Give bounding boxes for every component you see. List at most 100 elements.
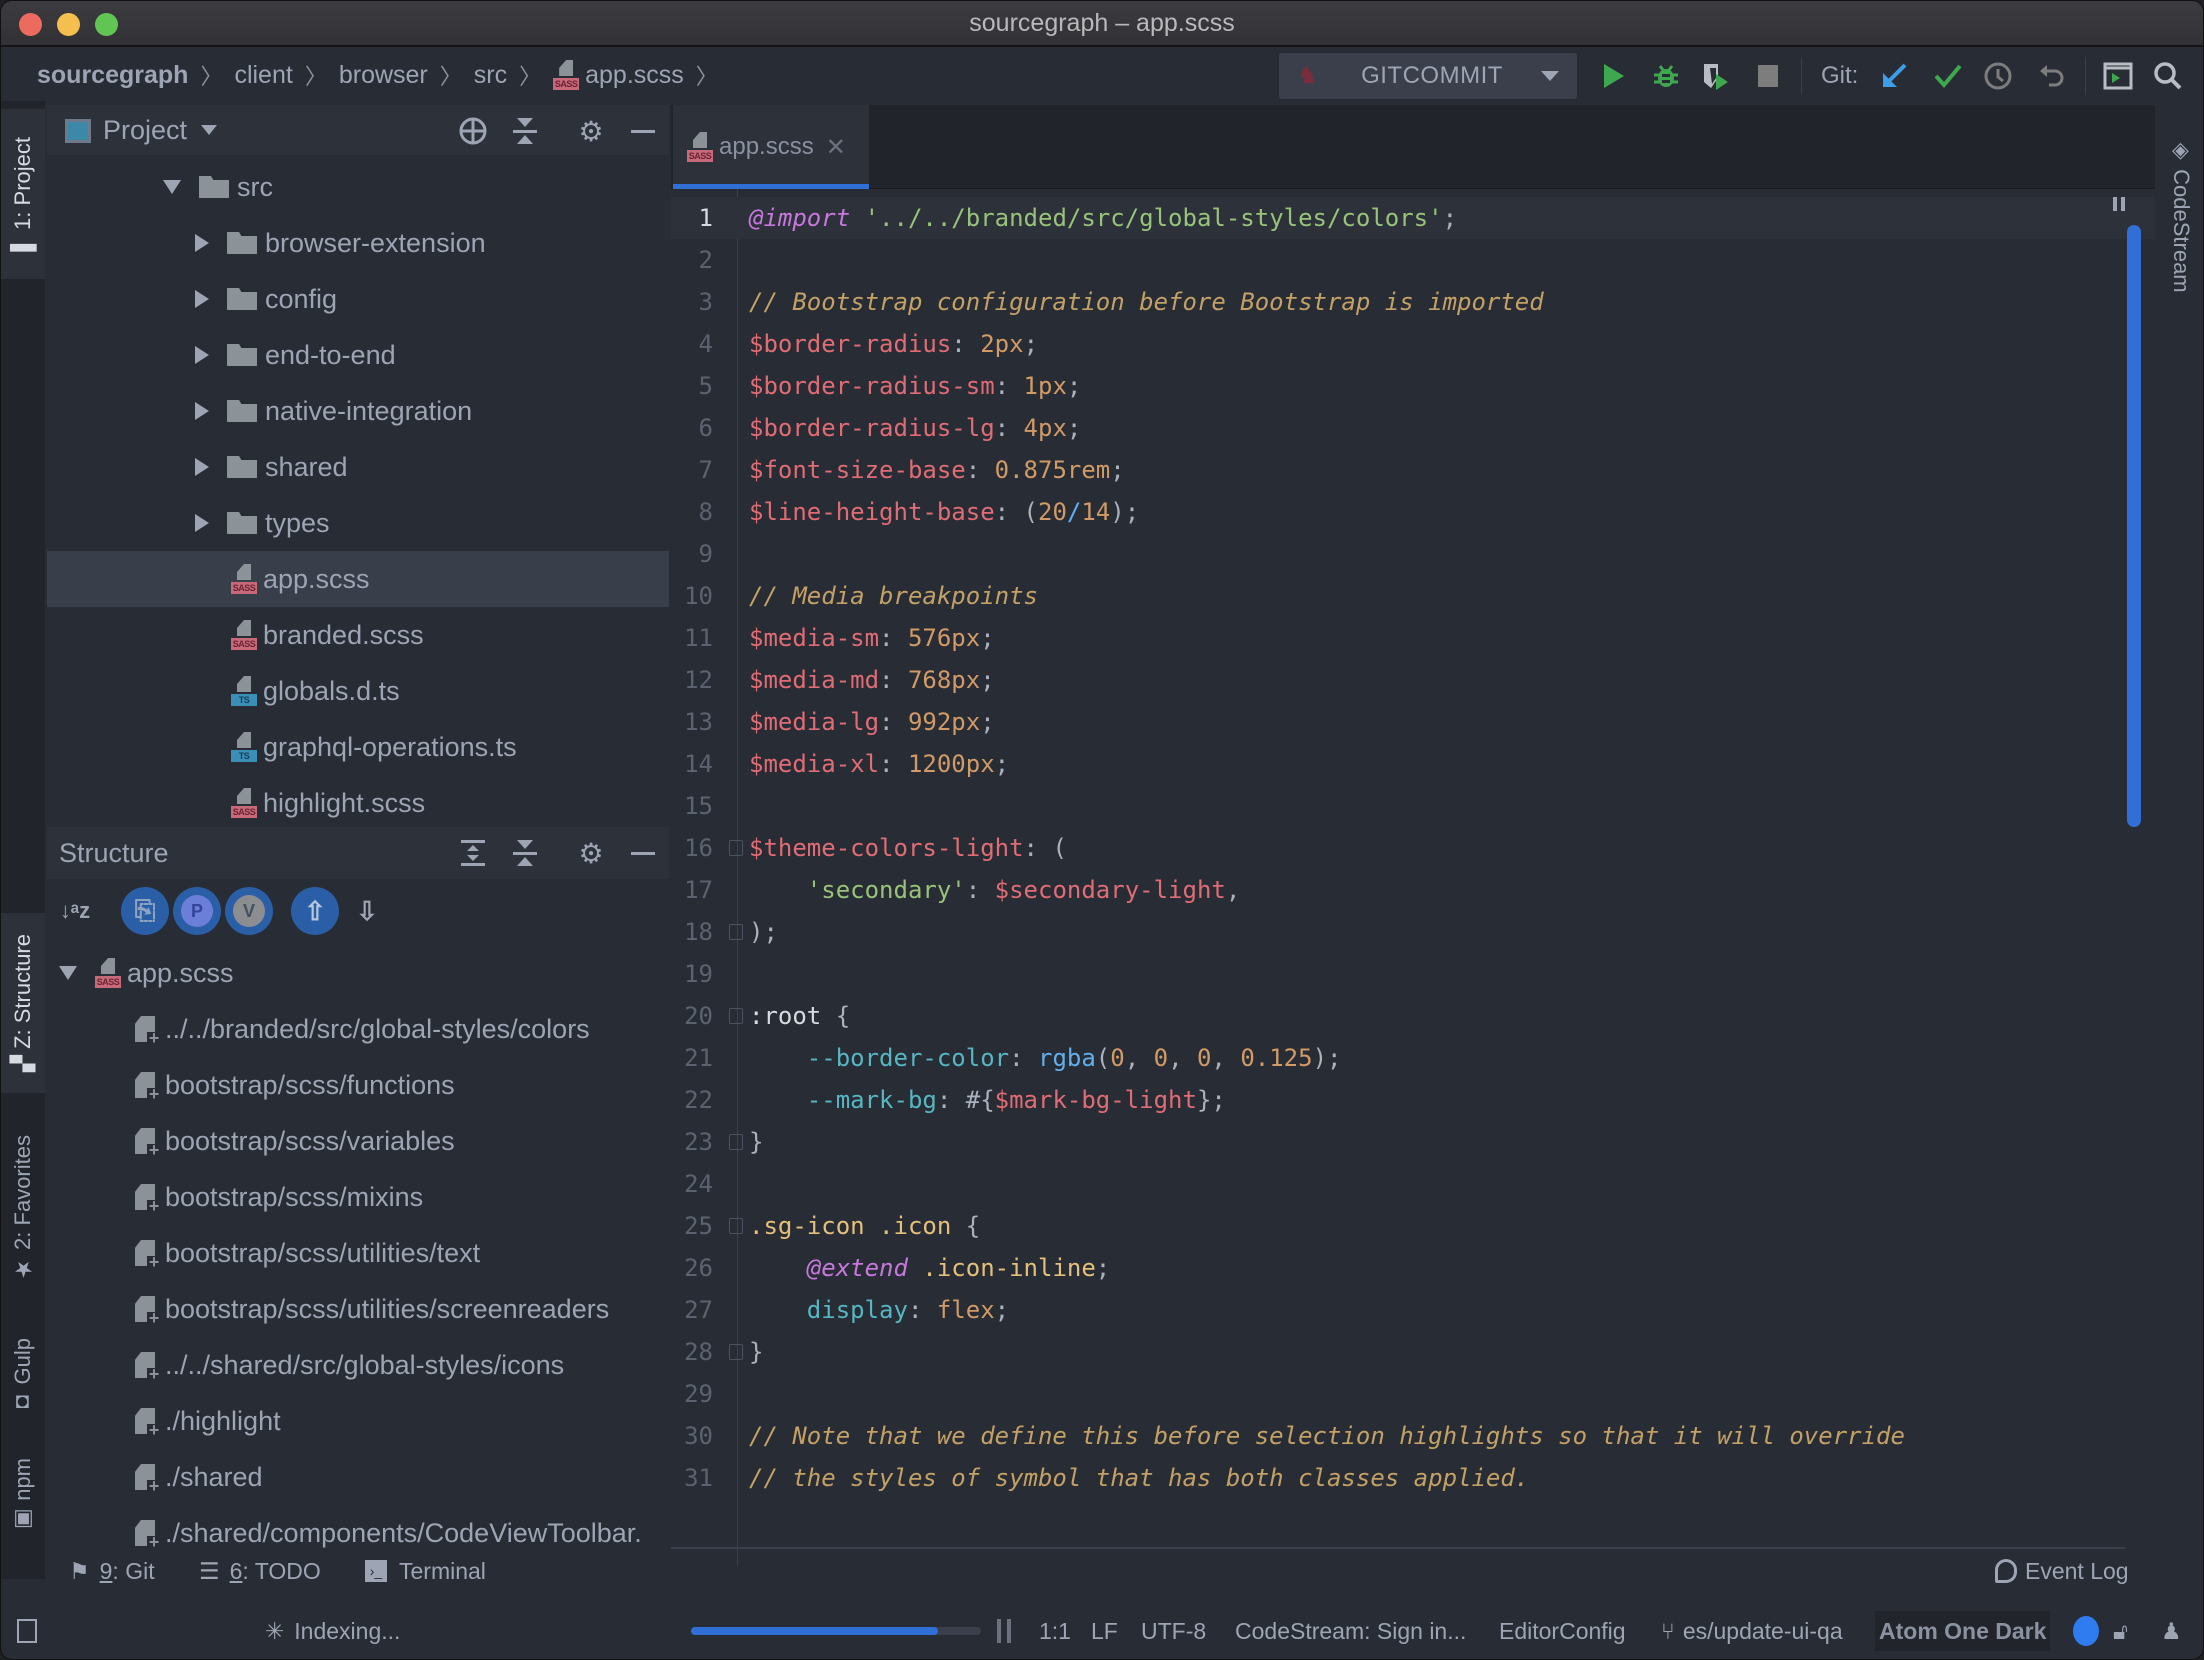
git-update-button[interactable] [1877, 59, 1911, 93]
project-tree-item[interactable]: types [47, 495, 669, 551]
minimize-window-button[interactable] [57, 13, 80, 36]
collapse-all-button[interactable] [509, 115, 541, 147]
hide-panel-button[interactable] [627, 115, 659, 147]
tool-window-terminal[interactable]: ›_ Terminal [365, 1558, 486, 1585]
structure-item[interactable]: + bootstrap/scss/mixins [47, 1169, 669, 1225]
project-tree-item[interactable]: TS graphql-operations.ts [47, 719, 669, 775]
fold-marker-icon[interactable] [729, 1008, 743, 1024]
structure-item[interactable]: + bootstrap/scss/utilities/screenreaders [47, 1281, 669, 1337]
panel-settings-button[interactable]: ⚙ [575, 115, 607, 147]
breadcrumb-item[interactable]: sourcegraph [37, 61, 188, 90]
structure-item[interactable]: + ./highlight [47, 1393, 669, 1449]
code-line[interactable]: 19 [671, 953, 2155, 995]
event-log-button[interactable]: Event Log [1995, 1558, 2129, 1585]
fold-marker-icon[interactable] [729, 1344, 743, 1360]
caret-position[interactable]: 1:1 [1039, 1601, 1071, 1659]
git-rollback-button[interactable] [2035, 59, 2069, 93]
code-line[interactable]: 25 .sg-icon .icon { [671, 1205, 2155, 1247]
code-line[interactable]: 28} [671, 1331, 2155, 1373]
code-line[interactable]: 8 $line-height-base: (20/14); [671, 491, 2155, 533]
project-tree-item[interactable]: browser-extension [47, 215, 669, 271]
pause-indexing-button[interactable] [997, 1601, 1011, 1659]
show-properties-toggle[interactable]: P [173, 887, 221, 935]
run-with-coverage-button[interactable] [1699, 59, 1733, 93]
editorconfig-status[interactable]: EditorConfig [1499, 1601, 1626, 1659]
locate-file-button[interactable] [457, 115, 489, 147]
debug-button[interactable] [1649, 59, 1683, 93]
tool-tab-favorites[interactable]: ★ 2: Favorites [1, 1113, 45, 1303]
project-tree-item[interactable]: end-to-end [47, 327, 669, 383]
code-line[interactable]: 30 // Note that we define this before sel… [671, 1415, 2155, 1457]
code-line[interactable]: 22 --mark-bg: #{$mark-bg-light}; [671, 1079, 2155, 1121]
show-variables-toggle[interactable]: V [225, 887, 273, 935]
run-configuration-select[interactable]: ♞ GITCOMMIT [1279, 53, 1577, 99]
panel-settings-button[interactable]: ⚙ [575, 837, 607, 869]
code-line[interactable]: 10 // Media breakpoints [671, 575, 2155, 617]
tool-window-git[interactable]: ⚑ 9: Git [69, 1558, 155, 1585]
collapse-arrow-icon[interactable] [195, 234, 209, 252]
code-area[interactable]: 1 @import '../../branded/src/global-style… [671, 189, 2155, 1567]
code-line[interactable]: 23} [671, 1121, 2155, 1163]
structure-item[interactable]: + bootstrap/scss/functions [47, 1057, 669, 1113]
code-line[interactable]: 7 $font-size-base: 0.875rem; [671, 449, 2155, 491]
tool-tab-gulp[interactable]: ◘ Gulp [1, 1317, 45, 1437]
code-line[interactable]: 16 $theme-colors-light: ( [671, 827, 2155, 869]
breadcrumb-item[interactable]: src [474, 61, 507, 90]
project-tree-item[interactable]: TS globals.d.ts [47, 663, 669, 719]
project-tree-item[interactable]: src [47, 159, 669, 215]
code-line[interactable]: 18); [671, 911, 2155, 953]
read-only-toggle[interactable]: 🔓︎ [2113, 1601, 2128, 1659]
codestream-status[interactable]: CodeStream: Sign in... [1235, 1601, 1466, 1659]
code-line[interactable]: 13 $media-lg: 992px; [671, 701, 2155, 743]
git-history-button[interactable] [1981, 59, 2015, 93]
project-tree-item[interactable]: shared [47, 439, 669, 495]
structure-item[interactable]: + ./shared [47, 1449, 669, 1505]
code-line[interactable]: 4 $border-radius: 2px; [671, 323, 2155, 365]
code-line[interactable]: 12 $media-md: 768px; [671, 659, 2155, 701]
run-anything-button[interactable] [2101, 59, 2135, 93]
close-tab-icon[interactable]: ✕ [826, 133, 846, 162]
hide-panel-button[interactable] [627, 837, 659, 869]
chevron-down-icon[interactable] [201, 125, 218, 135]
fold-marker-icon[interactable] [729, 1134, 743, 1150]
code-line[interactable]: 14 $media-xl: 1200px; [671, 743, 2155, 785]
autoscroll-from-source-toggle[interactable]: ⇩ [343, 887, 391, 935]
fold-marker-icon[interactable] [729, 840, 743, 856]
autoscroll-to-source-toggle[interactable]: ⇧ [291, 887, 339, 935]
show-imports-toggle[interactable]: ⎘ [121, 887, 169, 935]
tool-tab-codestream[interactable]: ◈ CodeStream [2159, 125, 2203, 305]
stop-button[interactable] [1751, 59, 1785, 93]
collapse-arrow-icon[interactable] [195, 290, 209, 308]
collapse-arrow-icon[interactable] [195, 402, 209, 420]
sort-alphabetically-button[interactable]: ↓ᵃz [51, 887, 99, 935]
collapse-arrow-icon[interactable] [195, 346, 209, 364]
project-tree-item[interactable]: native-integration [47, 383, 669, 439]
project-tree-item[interactable]: SASS branded.scss [47, 607, 669, 663]
code-line[interactable]: 24 [671, 1163, 2155, 1205]
collapse-arrow-icon[interactable] [195, 514, 209, 532]
code-line[interactable]: 26 @extend .icon-inline; [671, 1247, 2155, 1289]
project-view-select[interactable]: Project [103, 115, 187, 146]
tool-tab-npm[interactable]: ▣ npm [1, 1445, 45, 1545]
editor-tab-app-scss[interactable]: SASS app.scss ✕ [673, 105, 869, 189]
structure-root[interactable]: SASS app.scss [47, 945, 669, 1001]
code-line[interactable]: 5 $border-radius-sm: 1px; [671, 365, 2155, 407]
code-line[interactable]: 21 --border-color: rgba(0, 0, 0, 0.125); [671, 1037, 2155, 1079]
breadcrumb-item[interactable]: client [234, 61, 292, 90]
toggle-tool-windows-icon[interactable] [17, 1601, 37, 1659]
code-line[interactable]: 11 $media-sm: 576px; [671, 617, 2155, 659]
expand-arrow-icon[interactable] [163, 180, 181, 194]
tool-window-todo[interactable]: ☰ 6: TODO [199, 1558, 321, 1585]
structure-item[interactable]: + bootstrap/scss/utilities/text [47, 1225, 669, 1281]
project-tree-item[interactable]: SASS highlight.scss [47, 775, 669, 831]
vertical-scrollbar[interactable] [2127, 225, 2141, 827]
search-everywhere-button[interactable] [2151, 59, 2185, 93]
code-line[interactable]: 1 @import '../../branded/src/global-style… [671, 197, 2155, 239]
code-line[interactable]: 3 // Bootstrap configuration before Boots… [671, 281, 2155, 323]
code-line[interactable]: 27 display: flex; [671, 1289, 2155, 1331]
close-window-button[interactable] [19, 13, 42, 36]
inspector-button[interactable]: ♟ [2161, 1601, 2182, 1659]
breadcrumb-item[interactable]: browser [339, 61, 428, 90]
code-line[interactable]: 29 [671, 1373, 2155, 1415]
git-commit-button[interactable] [1931, 59, 1965, 93]
